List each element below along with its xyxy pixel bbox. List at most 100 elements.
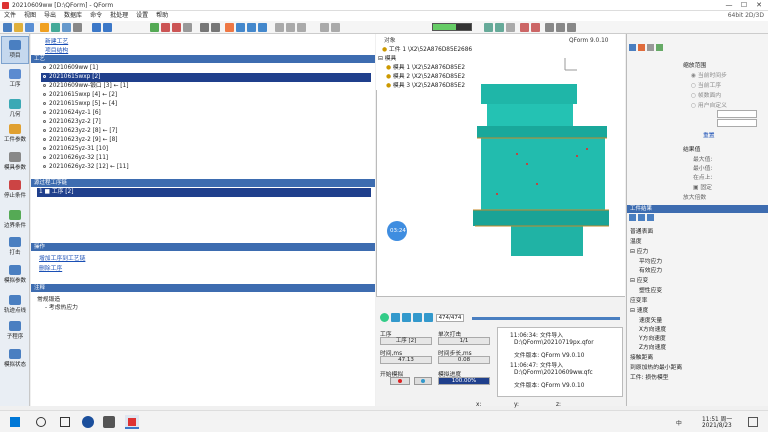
list-item[interactable]: 20210623yz-2 [7] xyxy=(43,118,373,127)
radio-current-operation[interactable]: ○ 当前工序 xyxy=(691,80,721,89)
list-item[interactable]: 20210626yz-32 [12] ← [11] xyxy=(43,163,373,172)
fix-checkbox[interactable]: ▣ 固定 xyxy=(693,182,712,191)
fast-forward-icon[interactable] xyxy=(424,313,433,322)
radio-frames[interactable]: ○ 帧数面内 xyxy=(691,90,721,99)
export-icon[interactable] xyxy=(545,23,554,32)
pan-icon[interactable] xyxy=(62,23,71,32)
task-view-icon[interactable] xyxy=(60,417,70,427)
field-item[interactable]: Y方向速度 xyxy=(639,333,666,342)
maximize-button[interactable]: ☐ xyxy=(737,1,751,10)
field-item[interactable]: 平均应力 xyxy=(639,256,662,265)
nav-sim-state[interactable]: 模拟状态 xyxy=(1,346,29,374)
field-item[interactable]: 有效应力 xyxy=(639,265,662,274)
menu-export[interactable]: 导出 xyxy=(40,11,60,21)
rewind-icon[interactable] xyxy=(413,313,422,322)
field-item[interactable]: 速度矢量 xyxy=(639,315,662,324)
menu-command[interactable]: 命令 xyxy=(86,11,106,21)
tree-item-die[interactable]: ● 模具 1 \X2\52A876D85E2 xyxy=(386,62,465,71)
contour-icon[interactable] xyxy=(258,23,267,32)
nav-sim-params[interactable]: 模拟参数 xyxy=(1,262,29,290)
project-structure-link[interactable]: 项目结构 xyxy=(45,45,68,54)
frame-counter[interactable]: 474/474 xyxy=(436,314,464,322)
nav-die-params[interactable]: 模具参数 xyxy=(1,149,29,177)
filter-icon[interactable] xyxy=(656,44,663,51)
save-icon[interactable] xyxy=(25,23,34,32)
legend-icon[interactable] xyxy=(629,44,636,51)
print-icon[interactable] xyxy=(556,23,565,32)
frame-slider[interactable] xyxy=(472,317,620,320)
add-operation-link[interactable]: 增加工序到工艺链 xyxy=(39,253,85,262)
record-icon[interactable] xyxy=(506,23,515,32)
cursor-icon[interactable] xyxy=(40,23,49,32)
camera-icon[interactable] xyxy=(320,23,329,32)
list-item-selected[interactable]: 20210615wxp [2] xyxy=(41,73,371,82)
nav-boundary-conditions[interactable]: 边界条件 xyxy=(1,207,29,235)
menu-settings[interactable]: 设置 xyxy=(132,11,152,21)
nav-workpiece-params[interactable]: 工件参数 xyxy=(1,121,29,149)
tree-item-die[interactable]: ● 模具 3 \X2\52A876D85E2 xyxy=(386,80,465,89)
menu-file[interactable]: 文件 xyxy=(0,11,20,21)
list-item[interactable]: 20210615wxp [4] ← [2] xyxy=(43,91,373,100)
menu-database[interactable]: 数据库 xyxy=(60,11,86,21)
mesh-icon[interactable] xyxy=(236,23,245,32)
nav-operation[interactable]: 工序 xyxy=(1,66,29,94)
step-forward-icon[interactable] xyxy=(402,313,411,322)
list-item[interactable]: 20210615wxp [5] ← [4] xyxy=(43,100,373,109)
field-item[interactable]: 普通表面 xyxy=(630,226,653,235)
windows-start-icon[interactable] xyxy=(10,417,20,427)
menu-batch[interactable]: 批处理 xyxy=(106,11,132,21)
field-item[interactable]: 接触距离 xyxy=(630,352,653,361)
close-button[interactable]: ✕ xyxy=(752,1,766,10)
nav-stop-conditions[interactable]: 停止条件 xyxy=(1,177,29,205)
qform-taskbar-icon[interactable] xyxy=(125,415,139,429)
fields-chart-icon[interactable] xyxy=(647,214,654,221)
tree-item-die[interactable]: ● 模具 2 \X2\52A876D85E2 xyxy=(386,71,465,80)
play-icon[interactable] xyxy=(484,23,493,32)
input-language[interactable]: 中 xyxy=(676,418,682,427)
settings-icon[interactable] xyxy=(647,44,654,51)
tree-item-workpiece[interactable]: ● 工件 1 \X2\52A876D85E2686 xyxy=(382,44,472,53)
stop-icon[interactable] xyxy=(495,23,504,32)
grid-icon[interactable] xyxy=(200,23,209,32)
rotate-y-icon[interactable] xyxy=(172,23,181,32)
menu-view[interactable]: 视图 xyxy=(20,11,40,21)
radio-current-step[interactable]: ◉ 当前时间步 xyxy=(691,70,727,79)
layer-icon[interactable] xyxy=(275,23,284,32)
field-item[interactable]: 温度 xyxy=(630,236,642,245)
notification-icon[interactable] xyxy=(748,417,758,427)
menu-help[interactable]: 帮助 xyxy=(152,11,172,21)
fields-list-icon[interactable] xyxy=(638,214,645,221)
delete-operation-link[interactable]: 删除工序 xyxy=(39,263,62,272)
list-item[interactable]: 20210625yz-31 [10] xyxy=(43,145,373,154)
app-icon[interactable] xyxy=(103,416,115,428)
transparency-icon[interactable] xyxy=(286,23,295,32)
field-group[interactable]: ⊟ 应变 xyxy=(630,275,648,284)
nav-tracking[interactable]: 轨迹点线 xyxy=(1,292,29,320)
video-icon[interactable] xyxy=(331,23,340,32)
reset-link[interactable]: 重置 xyxy=(703,130,715,139)
section-icon[interactable] xyxy=(247,23,256,32)
field-item[interactable]: Z方向速度 xyxy=(639,342,666,351)
chart-icon[interactable] xyxy=(520,23,529,32)
field-item[interactable]: 塑性应变 xyxy=(639,285,662,294)
list-item[interactable]: 20210623yz-2 [9] ← [8] xyxy=(43,136,373,145)
tree-item-dies[interactable]: ⊟ 模具 xyxy=(378,53,396,62)
step-back-icon[interactable] xyxy=(391,313,400,322)
field-group[interactable]: ⊟ 应力 xyxy=(630,246,648,255)
nav-subroutine[interactable]: 子程序 xyxy=(1,318,29,346)
play-icon[interactable] xyxy=(380,313,389,322)
list-item[interactable]: 20210624yz-1 [6] xyxy=(43,109,373,118)
move-icon[interactable] xyxy=(150,23,159,32)
browser-icon[interactable] xyxy=(82,416,94,428)
nav-geometry[interactable]: 几何 xyxy=(1,96,29,124)
range-min-input[interactable] xyxy=(717,119,757,127)
list-item[interactable]: 20210626yz-32 [11] xyxy=(43,154,373,163)
list-item[interactable]: 20210623yz-2 [8] ← [7] xyxy=(43,127,373,136)
field-item[interactable]: 到原加热的最小距离 xyxy=(630,362,682,371)
list-item[interactable]: 20210609ww-锻口 [3] ← [1] xyxy=(43,82,373,91)
start-options-button[interactable] xyxy=(414,377,432,385)
minimize-button[interactable]: — xyxy=(722,1,736,10)
zoom-icon[interactable] xyxy=(73,23,82,32)
axis-icon[interactable] xyxy=(211,23,220,32)
nav-blow[interactable]: 打击 xyxy=(1,234,29,262)
